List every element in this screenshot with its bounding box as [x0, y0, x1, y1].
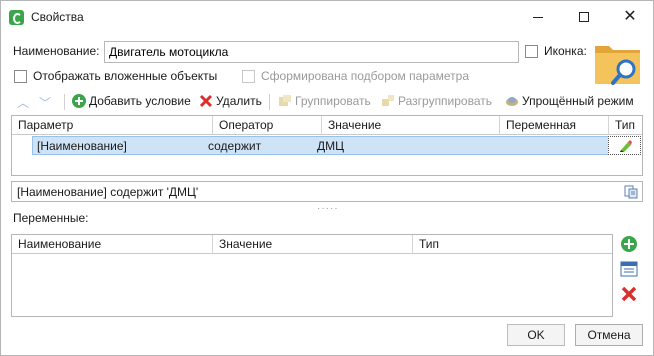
column-divider	[212, 235, 213, 254]
table-row[interactable]: [Наименование] содержит ДМЦ	[32, 136, 618, 155]
cancel-button[interactable]: Отмена	[575, 324, 643, 346]
properties-dialog: Свойства ✕ Наименование: Иконка: Отображ…	[0, 0, 654, 356]
minimize-icon	[533, 17, 543, 18]
ungroup-label: Разгруппировать	[398, 94, 493, 108]
formed-by-param-label: Сформирована подбором параметра	[261, 69, 470, 83]
app-icon	[9, 10, 24, 25]
pencil-icon	[620, 140, 632, 152]
variables-label: Переменные:	[13, 211, 89, 225]
expression-text: [Наименование] содержит 'ДМЦ'	[17, 185, 199, 199]
add-condition-button[interactable]: Добавить условие	[72, 94, 191, 108]
window-title: Свойства	[31, 10, 84, 24]
copy-icon[interactable]	[624, 185, 638, 199]
show-nested-label: Отображать вложенные объекты	[33, 69, 218, 83]
simple-mode-button[interactable]: Упрощённый режим	[505, 94, 634, 108]
column-header-value[interactable]: Значение	[328, 118, 381, 132]
variables-grid: Наименование Значение Тип	[11, 234, 613, 317]
group-label: Группировать	[295, 94, 371, 108]
add-condition-label: Добавить условие	[89, 94, 191, 108]
column-header-parameter[interactable]: Параметр	[18, 118, 73, 132]
column-divider	[499, 116, 500, 135]
variables-grid-header: Наименование Значение Тип	[12, 235, 612, 254]
cell-operator: содержит	[208, 139, 262, 153]
conditions-grid-header: Параметр Оператор Значение Переменная Ти…	[12, 116, 642, 135]
column-divider	[412, 235, 413, 254]
group-icon	[279, 95, 291, 106]
column-divider	[212, 116, 213, 135]
column-divider	[321, 116, 322, 135]
column-header-name[interactable]: Наименование	[18, 237, 101, 251]
formed-by-param-checkbox[interactable]	[242, 70, 255, 83]
group-button[interactable]: Группировать	[278, 94, 371, 108]
splitter-handle[interactable]: ·····	[317, 203, 339, 214]
move-down-button[interactable]: ﹀	[39, 94, 51, 111]
delete-label: Удалить	[216, 94, 262, 108]
expression-bar: [Наименование] содержит 'ДМЦ'	[11, 181, 643, 202]
edit-variable-button[interactable]	[620, 260, 638, 278]
maximize-button[interactable]	[561, 1, 607, 33]
icon-checkbox[interactable]	[525, 45, 538, 58]
toolbar-separator	[64, 94, 65, 110]
conditions-toolbar: ︿ ﹀ Добавить условие Удалить Группироват…	[11, 91, 643, 113]
delete-variable-button[interactable]	[620, 285, 638, 303]
add-icon	[72, 94, 86, 108]
column-divider	[608, 116, 609, 135]
name-label: Наименование:	[13, 44, 100, 58]
conditions-grid: Параметр Оператор Значение Переменная Ти…	[11, 115, 643, 176]
delete-button[interactable]: Удалить	[199, 94, 262, 108]
column-header-value[interactable]: Значение	[219, 237, 272, 251]
folder-search-icon[interactable]	[594, 40, 641, 87]
column-header-type[interactable]: Тип	[419, 237, 439, 251]
column-header-variable[interactable]: Переменная	[506, 118, 576, 132]
cell-parameter: [Наименование]	[37, 139, 127, 153]
ungroup-button[interactable]: Разгруппировать	[381, 94, 492, 108]
name-input[interactable]	[104, 41, 519, 63]
simple-mode-label: Упрощённый режим	[522, 94, 634, 108]
cell-type[interactable]	[608, 136, 641, 155]
move-up-button[interactable]: ︿	[17, 94, 29, 111]
ok-button[interactable]: OK	[507, 324, 565, 346]
toolbar-separator	[269, 94, 270, 110]
close-button[interactable]: ✕	[607, 1, 653, 33]
column-header-operator[interactable]: Оператор	[219, 118, 273, 132]
icon-label: Иконка:	[544, 44, 587, 58]
ungroup-icon	[382, 95, 394, 106]
column-header-type[interactable]: Тип	[615, 118, 635, 132]
simple-mode-icon	[506, 97, 518, 106]
minimize-button[interactable]	[515, 1, 561, 33]
maximize-icon	[579, 12, 589, 22]
show-nested-checkbox[interactable]	[14, 70, 27, 83]
delete-icon	[199, 94, 213, 108]
cell-value: ДМЦ	[317, 139, 344, 153]
title-bar: Свойства ✕	[1, 1, 653, 33]
add-variable-button[interactable]	[620, 235, 638, 253]
